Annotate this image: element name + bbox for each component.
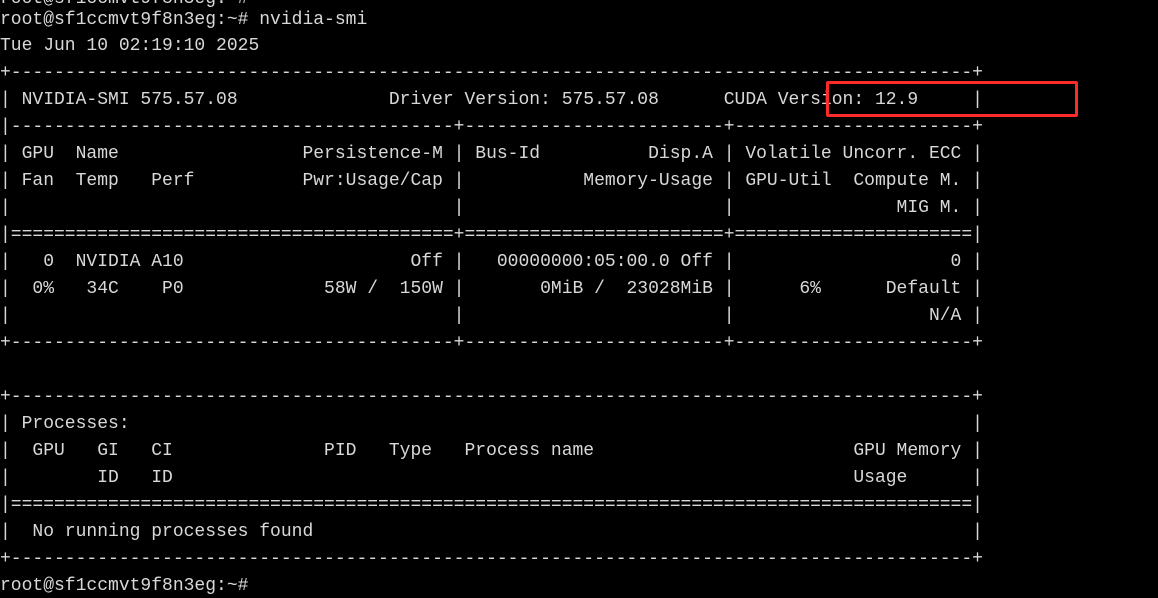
output-line: | GPU Name Persistence-M | Bus-Id Disp.A…	[0, 144, 983, 164]
output-line: |=======================================…	[0, 495, 983, 515]
output-line: |=======================================…	[0, 225, 983, 245]
output-line: | | | MIG M. |	[0, 198, 983, 218]
terminal-window[interactable]: root@sf1ccmvt9f8n3eg:~# root@sf1ccmvt9f8…	[0, 0, 1158, 598]
output-line: +---------------------------------------…	[0, 333, 983, 353]
output-line: | | | N/A |	[0, 306, 983, 326]
timestamp-line: Tue Jun 10 02:19:10 2025	[0, 36, 260, 56]
output-line: | ID ID Usage |	[0, 468, 983, 488]
output-line: | No running processes found |	[0, 522, 983, 542]
command-prompt-line: root@sf1ccmvt9f8n3eg:~# nvidia-smi	[0, 10, 368, 30]
output-line: | 0% 34C P0 58W / 150W | 0MiB / 23028MiB…	[0, 279, 983, 299]
output-line: | Fan Temp Perf Pwr:Usage/Cap | Memory-U…	[0, 171, 983, 191]
output-line: |---------------------------------------…	[0, 117, 983, 137]
output-line: | NVIDIA-SMI 575.57.08 Driver Version: 5…	[0, 90, 983, 110]
output-line: +---------------------------------------…	[0, 63, 983, 83]
output-line: +---------------------------------------…	[0, 387, 983, 407]
command-prompt-line-current[interactable]: root@sf1ccmvt9f8n3eg:~#	[0, 573, 248, 598]
output-line: | 0 NVIDIA A10 Off | 00000000:05:00.0 Of…	[0, 252, 983, 272]
output-line: +---------------------------------------…	[0, 549, 983, 569]
output-line: | GPU GI CI PID Type Process name GPU Me…	[0, 441, 983, 461]
output-line: | Processes: |	[0, 414, 983, 434]
